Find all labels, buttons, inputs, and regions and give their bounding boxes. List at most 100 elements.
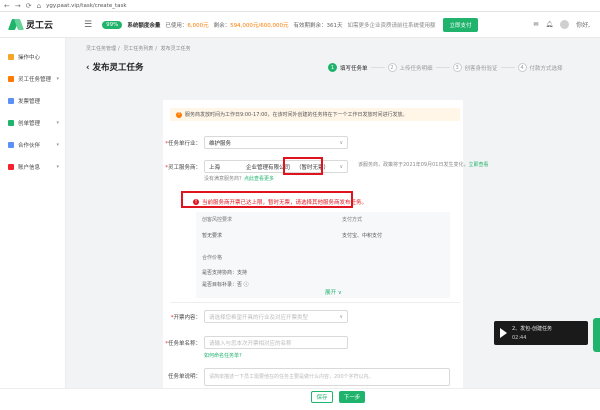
view-more-link[interactable]: 点此查看更多 xyxy=(244,176,274,182)
task-name-label: *任务单名称： xyxy=(165,341,201,347)
task-desc-label: 任务单说明： xyxy=(167,374,201,380)
quota-label: 系统额度余量 xyxy=(127,22,161,29)
invoice-icon xyxy=(8,98,14,104)
how-to-name-link[interactable]: 如何命名任务单? xyxy=(204,352,242,359)
save-button[interactable]: 保存 xyxy=(311,391,333,403)
page-title: ‹ 发布灵工任务 xyxy=(86,63,144,73)
floating-video-player[interactable]: 2、发包-创建任务 02:44 xyxy=(494,321,588,345)
partners-icon xyxy=(8,142,14,148)
video-time: 02:44 xyxy=(512,335,527,341)
browser-bar: ← → ⟳ ⌂ ygy.paat.vip/task/create_task xyxy=(0,0,600,12)
sidebar-item-label: 发票管理 xyxy=(18,99,41,105)
supplement-row: 是否目标补录：否 ⓘ xyxy=(202,282,249,288)
footer-bar xyxy=(0,388,600,410)
sidebar-item-label: 创单管理 xyxy=(18,121,41,127)
chevron-down-icon: ▾ xyxy=(56,120,59,126)
avatar[interactable] xyxy=(560,20,570,29)
header-right: ✉ 🔔︎ 你好, xyxy=(533,20,590,29)
page-topbar: 灵工任务管理 / 灵工任务列表 / 发布灵工任务 ‹ 发布灵工任务 1 填写任务单 2… xyxy=(66,38,600,78)
chevron-down-icon: ∨ xyxy=(339,163,343,170)
provider-detail-panel: 创客风控要求 暂无要求 支付方式 支付宝、中积支付 合作价格 是否支持协商：支持… xyxy=(196,212,450,298)
task-name-input[interactable]: 请输入与您本次开票相对应的名称 xyxy=(204,336,348,349)
warning-icon: ! xyxy=(176,111,182,118)
sidebar-item-partners[interactable]: 合作伙伴 ▾ xyxy=(0,134,65,156)
account-icon xyxy=(8,164,14,170)
provider-label: *灵工服务商： xyxy=(165,165,201,171)
payment-method-value: 支付宝、中积支付 xyxy=(342,233,383,239)
risk-requirement-title: 创客风控要求 xyxy=(202,217,233,223)
industry-label: *任务单行业： xyxy=(165,141,201,147)
view-now-link[interactable]: 立即查看 xyxy=(468,162,488,168)
user-greeting[interactable]: 你好, xyxy=(576,20,590,29)
logo-mark-icon xyxy=(10,19,23,30)
sidebar-item-operations[interactable]: 操作中心 xyxy=(0,46,65,68)
home-icon[interactable]: ⌂ xyxy=(37,2,41,10)
chevron-down-icon: ▾ xyxy=(56,164,59,170)
error-icon: ! xyxy=(193,199,199,205)
address-bar[interactable]: ygy.paat.vip/task/create_task xyxy=(46,3,126,9)
used-amount: 已使用：6,000元 xyxy=(165,22,209,29)
notification-icon[interactable]: 🔔︎ xyxy=(545,21,553,28)
task-icon xyxy=(8,76,14,82)
validity-remaining: 有效期剩余：361天 xyxy=(293,22,343,29)
step-indicator: 1 填写任务单 2 上传任务明细 3 创客身份验证 4 付款方式选择 xyxy=(328,63,563,72)
chevron-down-icon: ▾ xyxy=(56,76,59,82)
negotiable-row: 是否支持协商：支持 xyxy=(202,270,248,276)
notice-banner: ! 服务商发放时间为工作日9:00-17:00，在该时间外创建的任务将在下一个工… xyxy=(170,108,460,121)
message-icon[interactable]: ✉ xyxy=(533,21,538,28)
quota-percent-badge: 99% xyxy=(102,20,123,29)
sidebar-item-orders[interactable]: 创单管理 ▾ xyxy=(0,112,65,134)
logo[interactable]: 灵工云 xyxy=(0,18,80,31)
sidebar-item-account[interactable]: 账户信息 ▾ xyxy=(0,156,65,178)
menu-toggle-icon[interactable]: ☰ xyxy=(84,20,92,30)
payment-method-title: 支付方式 xyxy=(342,217,363,223)
step-4: 4 付款方式选择 xyxy=(517,63,563,72)
sidebar-item-label: 灵工任务管理 xyxy=(18,77,52,83)
video-title: 2、发包-创建任务 xyxy=(512,326,552,332)
step-3: 3 创客身份验证 xyxy=(452,63,498,72)
sidebar-item-task-management[interactable]: 灵工任务管理 ▾ xyxy=(0,68,65,90)
invoice-content-label: *开票内容： xyxy=(170,315,201,321)
highlight-box-provider-tag xyxy=(283,157,323,175)
task-desc-textarea[interactable]: 请简单描述一下员工需要他在的任务主要是做什么内容，200个字符以内。 xyxy=(204,368,450,386)
reload-icon[interactable]: ⟳ xyxy=(26,2,32,10)
expand-link[interactable]: 展开 ∨ xyxy=(325,288,342,296)
divider xyxy=(170,302,460,303)
chevron-down-icon: ∨ xyxy=(339,313,343,320)
sidebar: 操作中心 灵工任务管理 ▾ 发票管理 创单管理 ▾ 合作伙伴 ▾ 账户信息 ▾ xyxy=(0,38,66,410)
breadcrumb-item[interactable]: 灵工任务列表 xyxy=(123,46,153,52)
pay-now-button[interactable]: 立即支付 xyxy=(443,17,478,32)
app-header: 灵工云 ☰ 99% 系统额度余量 已使用：6,000元 剩余：594,000元/… xyxy=(0,12,600,38)
side-help-tab[interactable] xyxy=(593,318,600,352)
risk-requirement-value: 暂无要求 xyxy=(202,233,223,239)
operations-icon xyxy=(8,54,14,60)
breadcrumb-item: 发布灵工任务 xyxy=(160,46,191,52)
breadcrumb: 灵工任务管理 / 灵工任务列表 / 发布灵工任务 xyxy=(86,46,191,52)
sidebar-item-label: 账户信息 xyxy=(18,165,41,171)
notice-text: 服务商发放时间为工作日9:00-17:00，在该时间外创建的任务将在下一个工作日… xyxy=(185,112,408,118)
header-note: 如需更多企业资质请前往系统使用额 xyxy=(347,22,436,29)
breadcrumb-item[interactable]: 灵工任务管理 xyxy=(86,46,116,52)
forward-icon[interactable]: → xyxy=(15,2,21,10)
provider-policy-note: 该服务商，政策将于2021年09月01日发生变化，立即查看 xyxy=(358,162,489,168)
sidebar-item-label: 操作中心 xyxy=(18,55,41,61)
industry-select[interactable]: 维护服务 ∨ xyxy=(204,136,348,149)
next-step-button[interactable]: 下一步 xyxy=(339,391,365,403)
sidebar-item-invoice[interactable]: 发票管理 xyxy=(0,90,65,112)
invoice-content-select[interactable]: 请选择您希望开具的行业及对应开票类型 ∨ xyxy=(204,310,348,323)
step-1: 1 填写任务单 xyxy=(328,63,368,72)
chevron-down-icon: ∨ xyxy=(339,139,343,146)
orders-icon xyxy=(8,120,14,126)
sidebar-item-label: 合作伙伴 xyxy=(18,143,41,149)
play-icon[interactable] xyxy=(500,328,507,338)
logo-text: 灵工云 xyxy=(26,21,54,31)
remaining-amount: 剩余：594,000元/600,000元 xyxy=(213,22,289,29)
chevron-down-icon: ▾ xyxy=(56,142,59,148)
provider-select[interactable]: 上海 企业管理有限公司 （暂时无票） ∨ xyxy=(204,160,348,173)
error-message: ! 当前服务商开票已达上限，暂时无票，请选择其他服务商发布任务。 xyxy=(193,199,368,206)
step-2: 2 上传任务明细 xyxy=(387,63,433,72)
back-icon[interactable]: ← xyxy=(4,2,10,10)
info-icon: ⓘ xyxy=(243,282,249,288)
coop-price-title: 合作价格 xyxy=(202,255,223,261)
more-providers-hint: 没有满意服务商？点此查看更多 xyxy=(204,176,275,182)
